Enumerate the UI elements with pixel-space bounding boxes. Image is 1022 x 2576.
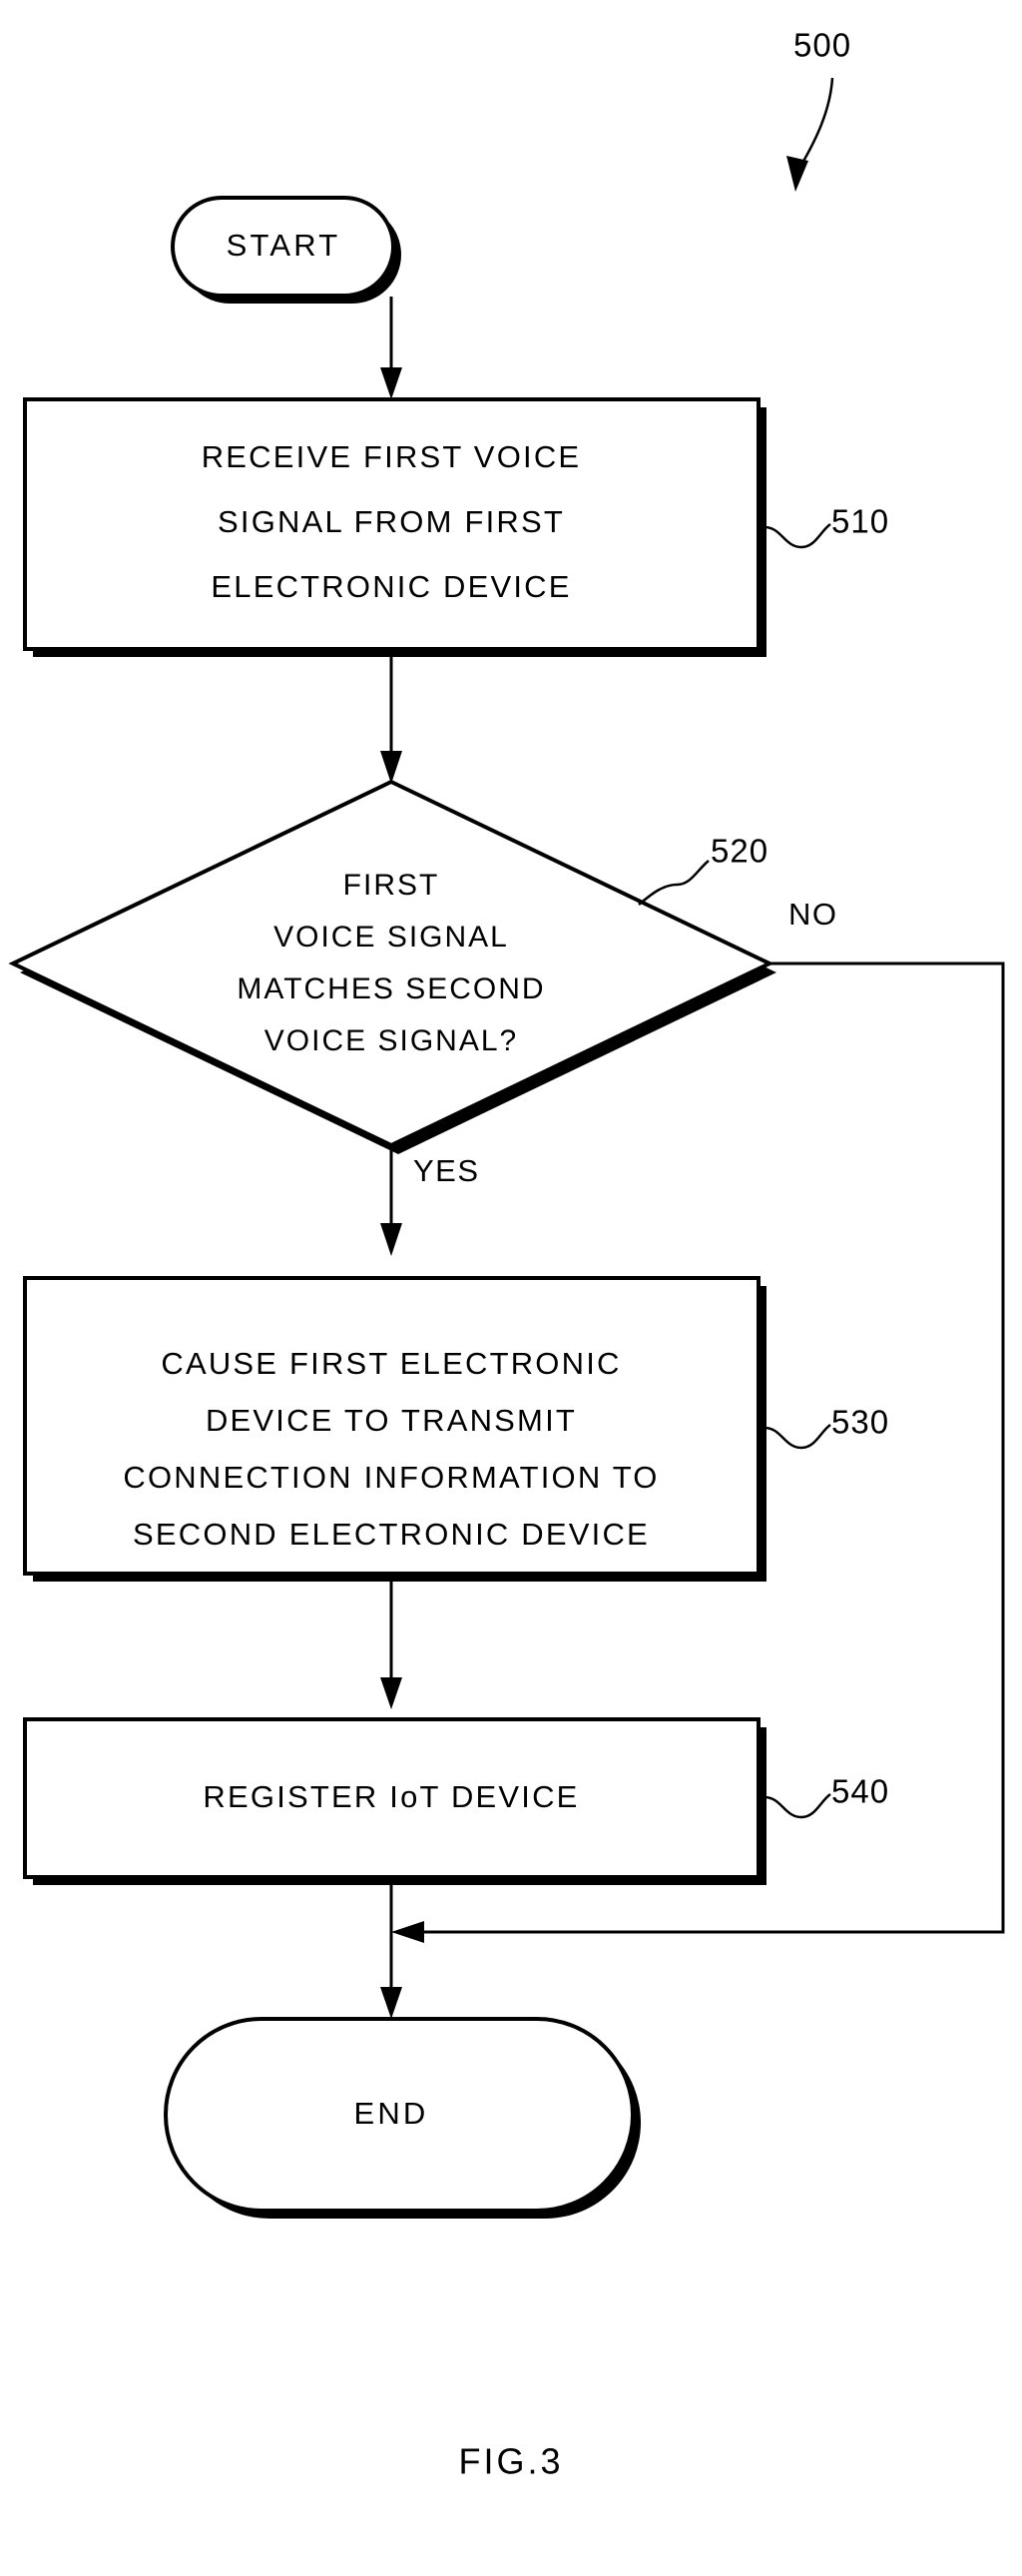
- node-start[interactable]: START: [171, 196, 401, 304]
- flow-510-to-520: [380, 657, 402, 784]
- node-520-line-3: MATCHES SECOND: [237, 972, 545, 1005]
- branch-label-no: NO: [788, 897, 838, 932]
- node-520-line-1: FIRST: [343, 869, 440, 902]
- node-step-530[interactable]: CAUSE FIRST ELECTRONIC DEVICE TO TRANSMI…: [23, 1276, 766, 1582]
- flow-no-arrowhead: [391, 1921, 424, 1943]
- node-520-ref-leader: [638, 860, 710, 906]
- flow-arrowhead: [380, 367, 402, 399]
- diagram-ref-500-arrowhead: [786, 156, 808, 192]
- node-520-line-4: VOICE SIGNAL?: [264, 1024, 518, 1057]
- node-step-510[interactable]: RECEIVE FIRST VOICE SIGNAL FROM FIRST EL…: [23, 397, 766, 657]
- node-540-line-1: REGISTER IoT DEVICE: [203, 1779, 579, 1814]
- node-530-ref-label: 530: [831, 1404, 889, 1441]
- branch-label-yes: YES: [413, 1153, 480, 1188]
- flow-arrowhead: [380, 751, 402, 784]
- diagram-ref-500-label: 500: [793, 27, 851, 64]
- node-start-label: START: [227, 228, 341, 263]
- node-510-line-1: RECEIVE FIRST VOICE: [202, 439, 582, 474]
- node-540-ref-label: 540: [831, 1773, 889, 1810]
- flow-arrowhead: [380, 1677, 402, 1709]
- flow-530-to-540: [380, 1582, 402, 1709]
- node-520-line-2: VOICE SIGNAL: [273, 921, 509, 954]
- flow-yes-arrowhead: [380, 1223, 402, 1256]
- flow-540-to-end: [380, 1885, 402, 2019]
- flowchart-canvas: 500 START RECEIVE FIRST VOICE SIGNAL FRO…: [8, 27, 1005, 2482]
- node-530-line-2: DEVICE TO TRANSMIT: [206, 1403, 577, 1438]
- node-510-line-3: ELECTRONIC DEVICE: [211, 569, 571, 604]
- node-520-ref-label: 520: [711, 833, 768, 870]
- figure-page: 500 START RECEIVE FIRST VOICE SIGNAL FRO…: [0, 0, 1022, 2576]
- node-510-line-2: SIGNAL FROM FIRST: [218, 504, 565, 539]
- figure-caption: FIG.3: [458, 2441, 563, 2482]
- node-530-ref-leader: [764, 1423, 831, 1450]
- node-end[interactable]: END: [164, 2017, 641, 2219]
- node-530-line-3: CONNECTION INFORMATION TO: [123, 1460, 659, 1495]
- node-step-540[interactable]: REGISTER IoT DEVICE: [23, 1717, 766, 1885]
- diagram-ref-500-leader: [786, 77, 834, 192]
- node-510-ref-label: 510: [831, 503, 889, 540]
- node-530-line-4: SECOND ELECTRONIC DEVICE: [133, 1517, 650, 1552]
- node-end-label: END: [353, 2096, 428, 2131]
- node-540-ref-leader: [764, 1792, 831, 1819]
- node-decision-520[interactable]: FIRST VOICE SIGNAL MATCHES SECOND VOICE …: [8, 779, 776, 1154]
- flow-yes-branch: [380, 1145, 402, 1256]
- flow-arrowhead: [380, 1987, 402, 2019]
- node-510-ref-leader: [764, 522, 831, 549]
- node-530-line-1: CAUSE FIRST ELECTRONIC: [161, 1346, 621, 1381]
- node-520-fill: [13, 782, 769, 1145]
- flow-start-to-510: [380, 297, 402, 399]
